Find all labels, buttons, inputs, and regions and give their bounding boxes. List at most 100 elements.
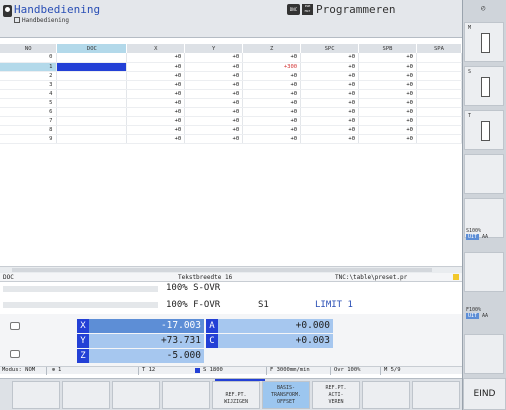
- table-cell[interactable]: +0: [358, 80, 417, 90]
- table-cell[interactable]: +0: [184, 71, 244, 81]
- spindle-override-indicator[interactable]: S100% UIT AA: [466, 228, 488, 240]
- table-row[interactable]: 8 +0 +0 +0 +0 +0: [0, 125, 463, 135]
- table-cell[interactable]: [416, 134, 463, 144]
- pgm-mgt-icon[interactable]: PGM MGT: [302, 4, 313, 15]
- table-cell[interactable]: +0: [184, 53, 244, 63]
- table-cell[interactable]: +0: [242, 89, 302, 99]
- table-cell[interactable]: +0: [300, 98, 360, 108]
- table-cell[interactable]: +0: [126, 125, 186, 135]
- table-cell[interactable]: +0: [300, 62, 360, 72]
- col-header-spb[interactable]: SPB: [358, 44, 417, 53]
- table-row[interactable]: 9 +0 +0 +0 +0 +0: [0, 134, 463, 144]
- softkey-2[interactable]: [62, 381, 110, 409]
- softkey-9[interactable]: [412, 381, 460, 409]
- table-cell[interactable]: +0: [358, 116, 417, 126]
- table-cell[interactable]: +0: [300, 116, 360, 126]
- table-cell[interactable]: [56, 98, 128, 108]
- table-cell[interactable]: 6: [0, 107, 58, 117]
- dnc-icon[interactable]: DNC: [287, 4, 300, 15]
- table-cell[interactable]: 9: [0, 134, 58, 144]
- table-cell[interactable]: +0: [184, 107, 244, 117]
- table-cell[interactable]: 5: [0, 98, 58, 108]
- col-header-y[interactable]: Y: [184, 44, 244, 53]
- table-cell[interactable]: +0: [126, 116, 186, 126]
- table-cell[interactable]: +0: [300, 71, 360, 81]
- table-cell[interactable]: +0: [358, 53, 417, 63]
- col-header-doc[interactable]: DOC: [56, 44, 128, 53]
- col-header-x[interactable]: X: [126, 44, 186, 53]
- table-cell[interactable]: [416, 80, 463, 90]
- table-cell[interactable]: +0: [126, 62, 186, 72]
- table-row[interactable]: 3 +0 +0 +0 +0 +0: [0, 80, 463, 90]
- table-cell[interactable]: +0: [300, 107, 360, 117]
- softkey-3[interactable]: [112, 381, 160, 409]
- table-cell[interactable]: +0: [300, 80, 360, 90]
- table-cell[interactable]: +300: [242, 62, 302, 72]
- table-cell[interactable]: [416, 107, 463, 117]
- table-cell[interactable]: +0: [242, 116, 302, 126]
- table-cell[interactable]: +0: [242, 134, 302, 144]
- table-cell[interactable]: +0: [126, 134, 186, 144]
- col-header-spa[interactable]: SPA: [416, 44, 463, 53]
- table-cell[interactable]: [56, 62, 128, 72]
- table-row[interactable]: 5 +0 +0 +0 +0 +0: [0, 98, 463, 108]
- table-cell[interactable]: +0: [358, 134, 417, 144]
- table-cell[interactable]: [416, 125, 463, 135]
- table-cell[interactable]: +0: [184, 116, 244, 126]
- table-cell[interactable]: 2: [0, 71, 58, 81]
- table-cell[interactable]: +0: [242, 107, 302, 117]
- table-cell[interactable]: 4: [0, 89, 58, 99]
- table-cell[interactable]: +0: [126, 53, 186, 63]
- col-header-no[interactable]: NO: [0, 44, 58, 53]
- basis-transform-offset-softkey[interactable]: BASIS- TRANSFORM. OFFSET: [262, 381, 310, 409]
- table-cell[interactable]: [416, 62, 463, 72]
- table-cell[interactable]: +0: [126, 71, 186, 81]
- table-cell[interactable]: +0: [126, 80, 186, 90]
- table-cell[interactable]: [416, 53, 463, 63]
- table-row[interactable]: 2 +0 +0 +0 +0 +0: [0, 71, 463, 81]
- table-cell[interactable]: +0: [358, 89, 417, 99]
- table-cell[interactable]: +0: [242, 53, 302, 63]
- end-softkey[interactable]: EIND: [463, 378, 506, 410]
- scrollbar-thumb[interactable]: [12, 268, 432, 272]
- table-cell[interactable]: [416, 116, 463, 126]
- table-cell[interactable]: 1: [0, 62, 58, 72]
- ref-pt-activeren-softkey[interactable]: REF.PT. ACTI- VEREN: [312, 381, 360, 409]
- empty-side-softkey-3[interactable]: [464, 252, 504, 292]
- table-row[interactable]: 4 +0 +0 +0 +0 +0: [0, 89, 463, 99]
- table-cell[interactable]: +0: [184, 80, 244, 90]
- table-cell[interactable]: +0: [242, 98, 302, 108]
- table-cell[interactable]: +0: [358, 107, 417, 117]
- table-row[interactable]: 0 +0 +0 +0 +0 +0: [0, 53, 463, 63]
- softkey-1[interactable]: [12, 381, 60, 409]
- table-cell[interactable]: +0: [300, 125, 360, 135]
- empty-side-softkey-4[interactable]: [464, 334, 504, 374]
- table-cell[interactable]: [56, 53, 128, 63]
- table-cell[interactable]: [416, 71, 463, 81]
- program-title[interactable]: Programmeren: [316, 3, 395, 16]
- spindle-softkey[interactable]: S: [464, 66, 504, 106]
- table-cell[interactable]: 3: [0, 80, 58, 90]
- col-header-spc[interactable]: SPC: [300, 44, 360, 53]
- table-cell[interactable]: +0: [184, 62, 244, 72]
- ref-pt-wijzigen-softkey[interactable]: REF.PT. WIJZIGEN: [212, 381, 260, 409]
- table-cell[interactable]: 7: [0, 116, 58, 126]
- table-cell[interactable]: +0: [242, 125, 302, 135]
- table-cell[interactable]: [56, 116, 128, 126]
- table-cell[interactable]: +0: [358, 71, 417, 81]
- table-cell[interactable]: [56, 125, 128, 135]
- table-cell[interactable]: +0: [358, 98, 417, 108]
- table-cell[interactable]: [416, 89, 463, 99]
- table-cell[interactable]: +0: [126, 107, 186, 117]
- table-cell[interactable]: [56, 89, 128, 99]
- table-cell[interactable]: +0: [184, 98, 244, 108]
- table-cell[interactable]: [56, 134, 128, 144]
- empty-side-softkey-1[interactable]: [464, 154, 504, 194]
- table-cell[interactable]: [416, 98, 463, 108]
- softkey-4[interactable]: [162, 381, 210, 409]
- table-cell[interactable]: +0: [184, 134, 244, 144]
- table-cell[interactable]: +0: [242, 71, 302, 81]
- tool-softkey[interactable]: T: [464, 110, 504, 150]
- table-cell[interactable]: 0: [0, 53, 58, 63]
- table-row[interactable]: 1 +0 +0 +300 +0 +0: [0, 62, 463, 72]
